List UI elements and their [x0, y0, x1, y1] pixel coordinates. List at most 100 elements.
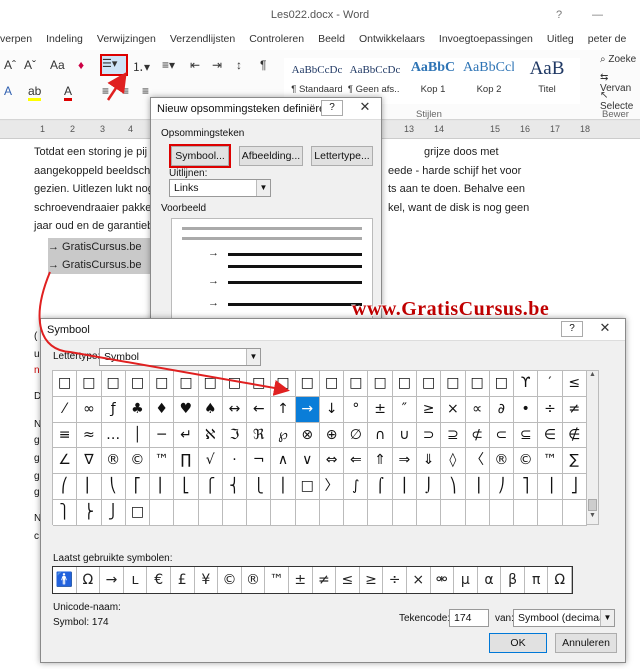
symbol-cell[interactable]: ⌠ [368, 474, 393, 501]
symbol-cell[interactable] [392, 500, 417, 526]
symbol-cell[interactable]: □ [489, 371, 515, 397]
tab-account[interactable]: peter de [581, 30, 634, 48]
recent-symbol-cell[interactable]: ™ [265, 567, 289, 593]
symbol-cell[interactable]: ≡ [53, 422, 78, 449]
text-effect-icon[interactable]: A [4, 84, 12, 98]
scroll-up-icon[interactable]: ▲ [587, 371, 598, 383]
symbol-cell[interactable]: ≠ [562, 396, 587, 423]
font-color-icon[interactable]: A [64, 84, 73, 101]
symbol-cell[interactable]: ∂ [489, 396, 515, 423]
recent-symbol-cell[interactable]: β [501, 567, 525, 593]
symbol-cell[interactable] [489, 500, 515, 526]
symbol-cell[interactable] [174, 500, 199, 526]
from-select[interactable]: Symbool (decimaal) ▼ [513, 609, 615, 627]
symbol-cell[interactable] [319, 500, 345, 526]
tab-uitleg[interactable]: Uitleg [540, 30, 581, 48]
symbol-cell[interactable]: ⎟ [465, 474, 490, 501]
help-button[interactable]: ? [321, 100, 343, 116]
align-center-icon[interactable]: ≡ [122, 84, 129, 98]
recent-symbol-cell[interactable]: 🚹 [53, 567, 77, 593]
style-kop2[interactable]: AaBbCcl Kop 2 [456, 58, 522, 104]
scroll-thumb[interactable] [588, 499, 597, 511]
symbol-cell[interactable]: ⊗ [295, 422, 320, 449]
symbol-cell[interactable]: ⇒ [392, 448, 417, 475]
symbol-cell[interactable]: ⇓ [416, 448, 442, 475]
symbol-cell[interactable]: □ [198, 371, 223, 397]
tab-indeling[interactable]: Indeling [39, 30, 90, 48]
symbol-cell[interactable]: ♥ [174, 396, 199, 423]
symbol-cell[interactable]: ∞ [77, 396, 102, 423]
symbol-cell[interactable]: □ [247, 371, 272, 397]
minimize-icon[interactable]: — [592, 0, 603, 30]
symbol-cell[interactable]: ↵ [174, 422, 199, 449]
symbol-cell[interactable] [441, 500, 466, 526]
symbol-cell[interactable]: □ [441, 371, 466, 397]
symbol-cell[interactable]: ® [489, 448, 515, 475]
symbol-cell[interactable]: ∅ [344, 422, 369, 449]
symbol-cell[interactable]: ⎝ [101, 474, 126, 501]
close-icon[interactable]: ✕ [351, 100, 379, 116]
symbol-cell[interactable]: ± [368, 396, 393, 423]
symbol-cell[interactable]: 〉 [319, 474, 345, 501]
symbol-cell[interactable] [368, 500, 393, 526]
symbol-cell[interactable]: ∧ [271, 448, 296, 475]
symbol-cell[interactable]: ′ [538, 371, 563, 397]
symbol-cell[interactable]: ∠ [53, 448, 78, 475]
char-code-input[interactable] [449, 609, 489, 627]
symbol-cell[interactable]: ⎮ [392, 474, 417, 501]
symbol-cell[interactable]: ⎦ [562, 474, 587, 501]
symbol-cell[interactable] [198, 500, 223, 526]
symbol-cell[interactable]: ϒ [514, 371, 539, 397]
symbol-cell[interactable]: ⎬ [77, 500, 102, 526]
symbol-cell[interactable] [416, 500, 442, 526]
symbol-cell[interactable]: □ [101, 371, 126, 397]
symbol-cell[interactable]: ⎥ [538, 474, 563, 501]
symbol-cell[interactable]: √ [198, 448, 223, 475]
recent-symbol-cell[interactable]: ® [242, 567, 266, 593]
bullets-icon[interactable]: ☰▾ [100, 54, 128, 76]
recent-symbols[interactable]: 🚹 Ω → ʟ € £ ¥ © ® ™ ± ≠ ≤ ≥ ÷ × ⚮ µ α β π Ω [52, 566, 574, 594]
symbol-cell[interactable]: ↔ [222, 396, 248, 423]
tab-beeld[interactable]: Beeld [311, 30, 352, 48]
symbol-cell[interactable]: □ [295, 474, 320, 501]
symbol-cell[interactable]: ∪ [392, 422, 417, 449]
help-icon[interactable]: ? [556, 0, 562, 30]
cancel-button[interactable]: Annuleren [555, 633, 617, 653]
symbol-cell[interactable] [271, 500, 296, 526]
recent-symbol-cell[interactable]: → [100, 567, 124, 593]
symbol-cell[interactable] [150, 500, 175, 526]
font-grow-icon[interactable]: Aˆ [4, 58, 16, 72]
symbol-cell[interactable]: □ [416, 371, 442, 397]
symbol-cell[interactable]: ∫ [344, 474, 369, 501]
symbol-cell[interactable]: ∝ [465, 396, 490, 423]
symbol-cell[interactable]: ° [344, 396, 369, 423]
symbol-cell[interactable]: ∇ [77, 448, 102, 475]
symbol-cell[interactable] [562, 500, 587, 526]
symbol-cell[interactable]: ⎢ [150, 474, 175, 501]
numbering-icon[interactable]: ⒈▾ [132, 58, 150, 75]
symbol-cell[interactable]: ♣ [125, 396, 151, 423]
symbol-cell[interactable]: □ [271, 371, 296, 397]
symbol-cell[interactable]: ≥ [416, 396, 442, 423]
recent-symbol-cell[interactable]: ⚮ [431, 567, 455, 593]
symbol-cell[interactable]: □ [392, 371, 417, 397]
symbol-cell[interactable]: ≈ [77, 422, 102, 449]
pilcrow-icon[interactable]: ¶ [260, 58, 266, 72]
symbol-cell[interactable]: □ [319, 371, 345, 397]
grid-scrollbar[interactable]: ▲ ▼ [586, 370, 599, 525]
symbol-cell[interactable]: ℑ [222, 422, 248, 449]
symbol-cell[interactable]: ⎭ [101, 500, 126, 526]
symbol-cell[interactable]: □ [150, 371, 175, 397]
symbol-cell[interactable]: □ [125, 500, 151, 526]
symbol-cell[interactable]: ℜ [247, 422, 272, 449]
symbol-cell[interactable]: ⇐ [344, 448, 369, 475]
tab-controleren[interactable]: Controleren [242, 30, 311, 48]
symbol-cell[interactable]: ─ [150, 422, 175, 449]
symbol-cell[interactable]: ∈ [538, 422, 563, 449]
recent-symbol-cell[interactable]: ʟ [124, 567, 148, 593]
symbol-cell[interactable]: ⎣ [174, 474, 199, 501]
symbol-cell[interactable]: □ [53, 371, 78, 397]
recent-symbol-cell[interactable]: × [407, 567, 431, 593]
font-button[interactable]: Lettertype... [311, 146, 373, 166]
symbol-cell[interactable]: □ [77, 371, 102, 397]
